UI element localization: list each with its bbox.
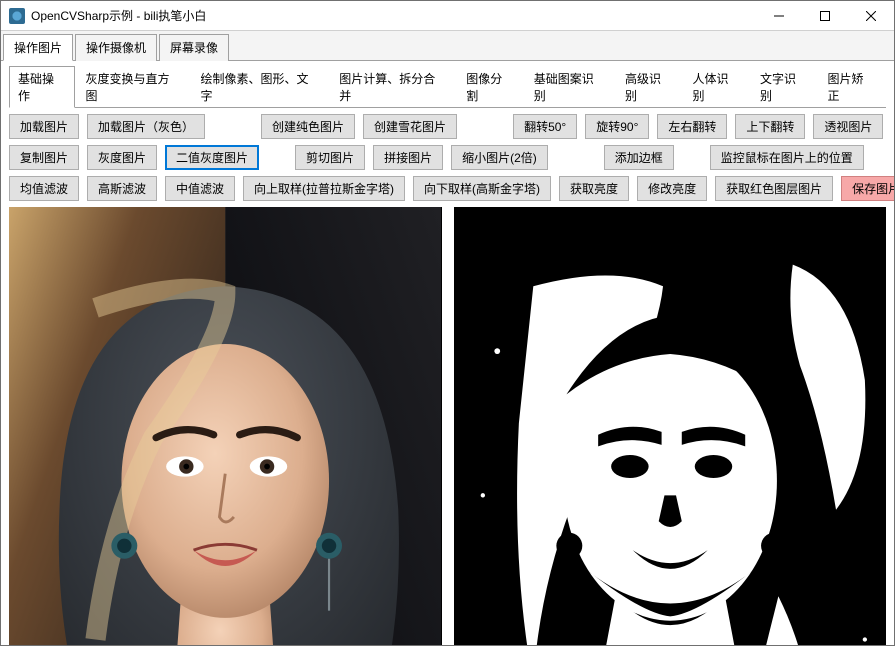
load-image-gray-button[interactable]: 加载图片（灰色） <box>87 114 205 139</box>
toolbar-row-1: 加载图片 加载图片（灰色） 创建纯色图片 创建雪花图片 翻转50° 旋转90° … <box>9 114 886 139</box>
subtab-segment[interactable]: 图像分割 <box>457 66 523 108</box>
subtab-basic[interactable]: 基础操作 <box>9 66 75 108</box>
subtab-correction[interactable]: 图片矫正 <box>819 66 885 108</box>
titlebar: OpenCVSharp示例 - bili执笔小白 <box>1 1 894 31</box>
get-brightness-button[interactable]: 获取亮度 <box>559 176 629 201</box>
tab-screen-record[interactable]: 屏幕录像 <box>159 34 229 61</box>
source-image-panel <box>9 207 442 645</box>
rotate-90-button[interactable]: 旋转90° <box>585 114 649 139</box>
median-filter-button[interactable]: 中值滤波 <box>165 176 235 201</box>
close-button[interactable] <box>848 1 894 31</box>
gray-image-button[interactable]: 灰度图片 <box>87 145 157 170</box>
secondary-tabs: 基础操作 灰度变换与直方图 绘制像素、图形、文字 图片计算、拆分合并 图像分割 … <box>9 65 886 108</box>
shrink-image-button[interactable]: 缩小图片(2倍) <box>451 145 548 170</box>
downsample-button[interactable]: 向下取样(高斯金字塔) <box>413 176 551 201</box>
binary-gray-button[interactable]: 二值灰度图片 <box>165 145 259 170</box>
perspective-button[interactable]: 透视图片 <box>813 114 883 139</box>
mean-filter-button[interactable]: 均值滤波 <box>9 176 79 201</box>
maximize-button[interactable] <box>802 1 848 31</box>
result-image <box>454 207 886 645</box>
copy-image-button[interactable]: 复制图片 <box>9 145 79 170</box>
set-brightness-button[interactable]: 修改亮度 <box>637 176 707 201</box>
gaussian-filter-button[interactable]: 高斯滤波 <box>87 176 157 201</box>
flip-50-button[interactable]: 翻转50° <box>513 114 577 139</box>
subtab-body-recognition[interactable]: 人体识别 <box>683 66 749 108</box>
subtab-gray-histogram[interactable]: 灰度变换与直方图 <box>77 66 190 108</box>
subtab-basic-recognition[interactable]: 基础图案识别 <box>525 66 614 108</box>
add-border-button[interactable]: 添加边框 <box>604 145 674 170</box>
subtab-text-recognition[interactable]: 文字识别 <box>751 66 817 108</box>
window-title: OpenCVSharp示例 - bili执笔小白 <box>31 7 756 24</box>
minimize-button[interactable] <box>756 1 802 31</box>
upsample-button[interactable]: 向上取样(拉普拉斯金字塔) <box>243 176 405 201</box>
tab-operate-image[interactable]: 操作图片 <box>3 34 73 61</box>
flip-vertical-button[interactable]: 上下翻转 <box>735 114 805 139</box>
stitch-image-button[interactable]: 拼接图片 <box>373 145 443 170</box>
toolbar-row-3: 均值滤波 高斯滤波 中值滤波 向上取样(拉普拉斯金字塔) 向下取样(高斯金字塔)… <box>9 176 886 201</box>
app-window: OpenCVSharp示例 - bili执笔小白 操作图片 操作摄像机 屏幕录像… <box>0 0 895 646</box>
get-red-layer-button[interactable]: 获取红色图层图片 <box>715 176 833 201</box>
result-image-panel <box>454 207 887 645</box>
toolbar: 加载图片 加载图片（灰色） 创建纯色图片 创建雪花图片 翻转50° 旋转90° … <box>9 114 886 201</box>
tab-operate-camera[interactable]: 操作摄像机 <box>75 34 157 61</box>
subtab-draw[interactable]: 绘制像素、图形、文字 <box>192 66 329 108</box>
flip-horizontal-button[interactable]: 左右翻转 <box>657 114 727 139</box>
create-solid-image-button[interactable]: 创建纯色图片 <box>261 114 355 139</box>
toolbar-row-2: 复制图片 灰度图片 二值灰度图片 剪切图片 拼接图片 缩小图片(2倍) 添加边框… <box>9 145 886 170</box>
source-image <box>9 207 441 645</box>
cut-image-button[interactable]: 剪切图片 <box>295 145 365 170</box>
save-image-button[interactable]: 保存图片 <box>841 176 894 201</box>
subtab-advanced-recognition[interactable]: 高级识别 <box>616 66 682 108</box>
create-snow-image-button[interactable]: 创建雪花图片 <box>363 114 457 139</box>
primary-tabs: 操作图片 操作摄像机 屏幕录像 <box>1 31 894 61</box>
monitor-mouse-button[interactable]: 监控鼠标在图片上的位置 <box>710 145 864 170</box>
subtab-compute-split[interactable]: 图片计算、拆分合并 <box>330 66 455 108</box>
load-image-button[interactable]: 加载图片 <box>9 114 79 139</box>
image-area <box>9 207 886 645</box>
app-icon <box>9 8 25 24</box>
content-area: 基础操作 灰度变换与直方图 绘制像素、图形、文字 图片计算、拆分合并 图像分割 … <box>1 61 894 645</box>
